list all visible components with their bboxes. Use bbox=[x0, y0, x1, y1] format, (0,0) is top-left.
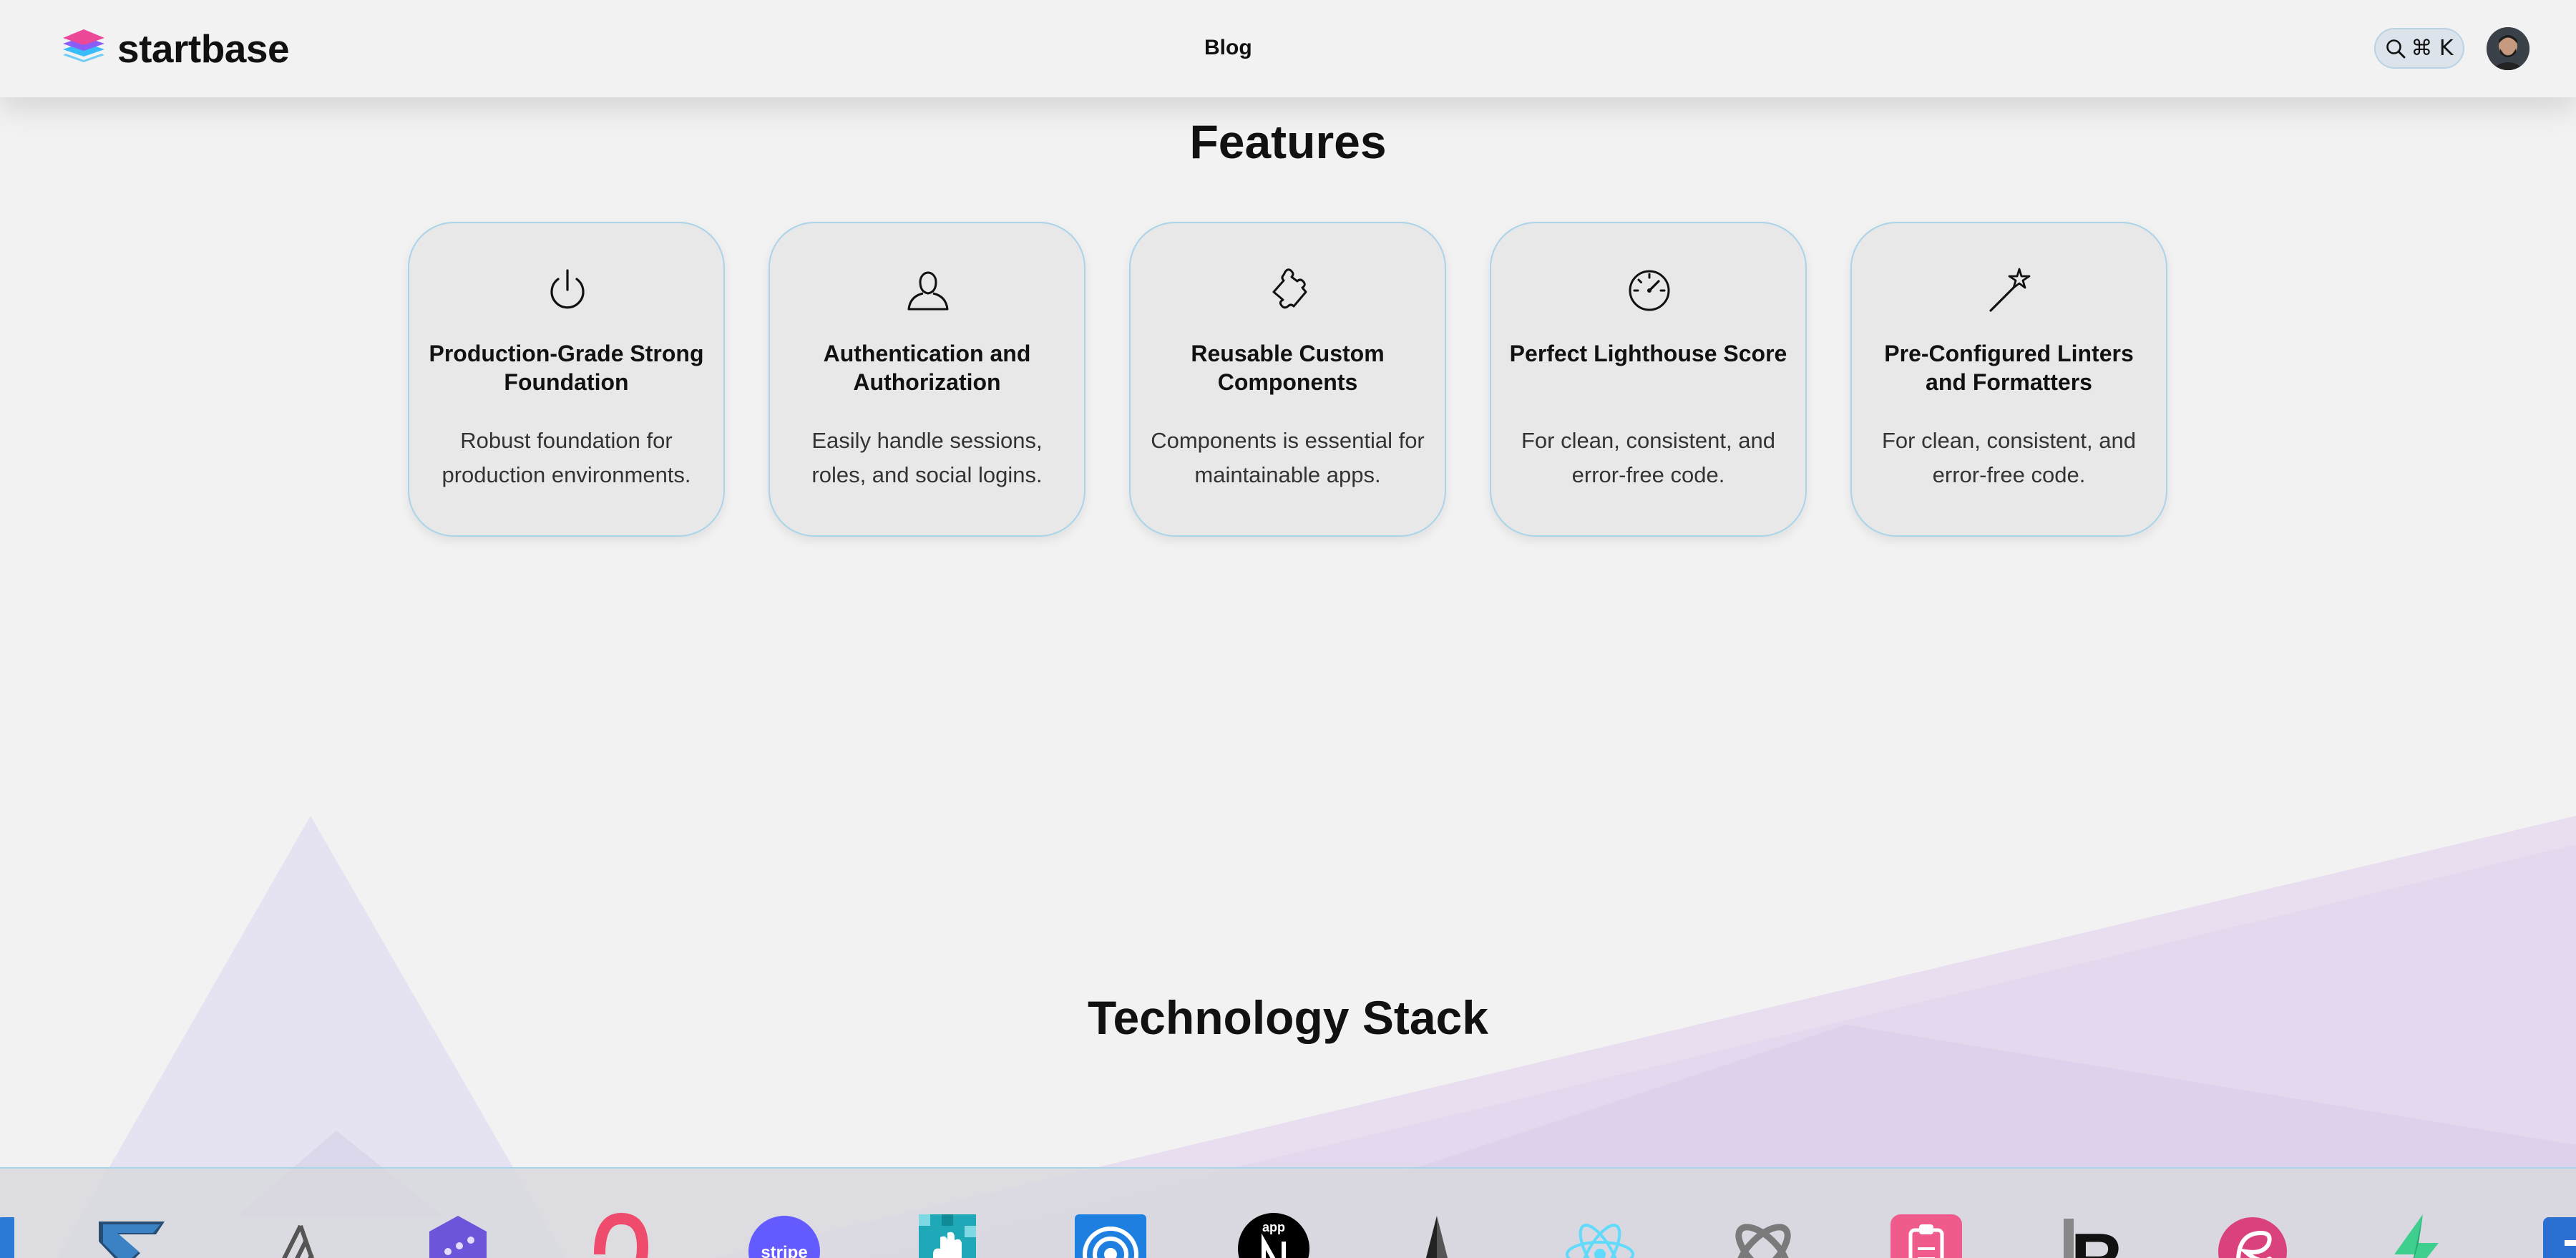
user-icon bbox=[907, 271, 949, 311]
r-logo-letter: R bbox=[2071, 1219, 2122, 1258]
tech-logo-green-bolt[interactable] bbox=[2380, 1211, 2451, 1258]
stripe-logo-text: stripe bbox=[761, 1243, 807, 1258]
tech-logo-hand[interactable] bbox=[912, 1211, 983, 1258]
feature-card-desc: For clean, consistent, and error-free co… bbox=[1882, 428, 2136, 487]
tech-logo-hexagon[interactable] bbox=[422, 1211, 494, 1258]
tech-logo-nextjs-app[interactable]: app bbox=[1238, 1211, 1309, 1258]
tech-stack-carousel[interactable]: stripe app bbox=[0, 1167, 2576, 1258]
hand-pixel-logo-icon bbox=[919, 1214, 976, 1258]
feature-card-title: Reusable Custom Components bbox=[1191, 341, 1385, 395]
tech-logo-lines[interactable] bbox=[259, 1211, 331, 1258]
brand-name: startbase bbox=[117, 26, 290, 71]
feature-card[interactable]: Production-Grade Strong Foundation Robus… bbox=[408, 222, 725, 537]
feature-card[interactable]: Reusable Custom Components Components is… bbox=[1129, 222, 1446, 537]
feature-card-desc: For clean, consistent, and error-free co… bbox=[1521, 428, 1775, 487]
brand-logo-link[interactable]: startbase bbox=[60, 26, 290, 72]
puzzle-icon bbox=[1272, 268, 1307, 309]
tech-logo-partial-right[interactable] bbox=[2543, 1211, 2576, 1258]
feature-card-title: Perfect Lighthouse Score bbox=[1509, 341, 1787, 366]
tech-logo-stripe[interactable]: stripe bbox=[748, 1211, 820, 1258]
react-logo-icon bbox=[1566, 1224, 1634, 1258]
feature-card-desc: Robust foundation for production environ… bbox=[441, 428, 691, 487]
target-logo-icon bbox=[1075, 1214, 1146, 1258]
magic-wand-icon bbox=[1989, 268, 2031, 312]
nextjs-app-logo-icon: app bbox=[1238, 1213, 1309, 1258]
tech-logo-sail[interactable] bbox=[1401, 1211, 1473, 1258]
green-bolt-logo-icon bbox=[2394, 1214, 2439, 1258]
search-button[interactable]: ⌘ K bbox=[2374, 28, 2464, 69]
zod-logo-icon bbox=[99, 1222, 165, 1258]
tech-logo-target[interactable] bbox=[1075, 1211, 1146, 1258]
feature-card-title: Production-Grade Strong Foundation bbox=[429, 341, 704, 395]
stripe-logo-icon: stripe bbox=[748, 1216, 820, 1258]
power-icon bbox=[550, 269, 585, 309]
top-navbar: startbase Blog ⌘ K bbox=[0, 0, 2576, 97]
nextjs-app-label: app bbox=[1262, 1220, 1285, 1234]
hexagon-logo-icon bbox=[429, 1216, 487, 1258]
avatar-image bbox=[2487, 27, 2529, 70]
feature-card[interactable]: Perfect Lighthouse Score For clean, cons… bbox=[1490, 222, 1807, 537]
tech-logo-swirl[interactable] bbox=[2217, 1211, 2288, 1258]
feature-card[interactable]: Authentication and Authorization Easily … bbox=[769, 222, 1085, 537]
feature-card-desc: Components is essential for maintainable… bbox=[1151, 428, 1425, 487]
sail-logo-icon bbox=[1425, 1216, 1448, 1258]
nav-link-blog[interactable]: Blog bbox=[1204, 36, 1252, 60]
gauge-icon bbox=[1629, 270, 1670, 311]
tech-logo-pink-loop[interactable] bbox=[585, 1211, 657, 1258]
tech-logo-zod[interactable] bbox=[96, 1211, 167, 1258]
tech-logo-partial[interactable] bbox=[0, 1211, 14, 1258]
feature-card[interactable]: Pre-Configured Linters and Formatters Fo… bbox=[1850, 222, 2167, 537]
feature-card-title: Pre-Configured Linters and Formatters bbox=[1884, 341, 2134, 395]
partial-logo-icon bbox=[2543, 1217, 2576, 1258]
layers-logo-icon bbox=[63, 29, 104, 62]
swirl-logo-icon bbox=[2218, 1217, 2287, 1258]
feature-card-title: Authentication and Authorization bbox=[823, 341, 1031, 395]
r-logo-icon: R bbox=[2064, 1219, 2122, 1258]
features-grid: Production-Grade Strong Foundation Robus… bbox=[408, 222, 2168, 540]
tech-logo-atom[interactable] bbox=[1727, 1211, 1799, 1258]
user-avatar[interactable] bbox=[2487, 27, 2529, 70]
tech-logo-r[interactable]: R bbox=[2054, 1211, 2125, 1258]
features-heading: Features bbox=[1189, 115, 1387, 168]
shadcn-stripe-logo-icon bbox=[282, 1224, 314, 1258]
feature-card-desc: Easily handle sessions, roles, and socia… bbox=[811, 428, 1043, 487]
partial-logo-icon bbox=[0, 1217, 14, 1258]
atom-logo-icon bbox=[1735, 1224, 1791, 1258]
tech-stack-heading: Technology Stack bbox=[1088, 991, 1488, 1044]
clipboard-logo-icon bbox=[1890, 1214, 1962, 1258]
pink-loop-logo-icon bbox=[594, 1212, 649, 1258]
background-decoration bbox=[57, 816, 2576, 1258]
tech-logo-react[interactable] bbox=[1564, 1211, 1636, 1258]
search-shortcut: ⌘ K bbox=[2411, 36, 2454, 61]
search-icon bbox=[2386, 39, 2406, 58]
tech-logo-clipboard[interactable] bbox=[1890, 1211, 1962, 1258]
